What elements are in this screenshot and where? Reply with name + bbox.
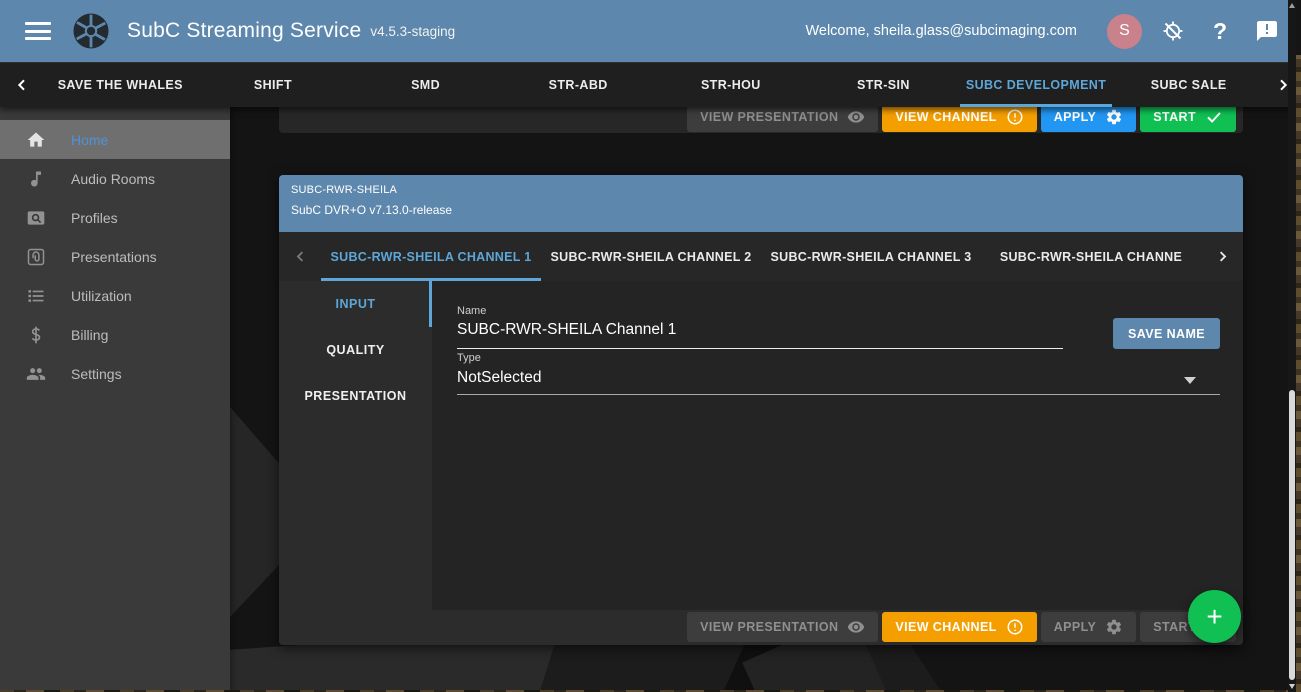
org-tab-save-the-whales[interactable]: SAVE THE WHALES xyxy=(44,63,197,107)
sidebar-item-profiles[interactable]: Profiles xyxy=(0,198,230,237)
org-tab-str-sin[interactable]: STR-SIN xyxy=(807,63,960,107)
name-field-label: Name xyxy=(457,305,486,317)
sidebar: Home Audio Rooms Profiles Presentations … xyxy=(0,107,230,692)
channel-tab-3[interactable]: SUBC-RWR-SHEILA CHANNEL 3 xyxy=(761,232,981,281)
sidebar-item-audio-rooms[interactable]: Audio Rooms xyxy=(0,159,230,198)
app-version: v4.5.3-staging xyxy=(370,24,455,39)
channel-tabs-prev-icon[interactable] xyxy=(279,232,321,281)
app-bar: SubC Streaming Service v4.5.3-staging We… xyxy=(0,0,1301,62)
org-tab-str-hou[interactable]: STR-HOU xyxy=(655,63,808,107)
sidebar-item-label: Billing xyxy=(71,327,108,343)
card-action-row: VIEW PRESENTATION VIEW CHANNEL APPLY STA… xyxy=(432,611,1243,642)
menu-icon[interactable] xyxy=(25,22,51,40)
channel-tabs-next-icon[interactable] xyxy=(1201,232,1243,281)
apply-button[interactable]: APPLY xyxy=(1041,612,1137,642)
eye-icon xyxy=(847,108,865,126)
sidebar-item-label: Profiles xyxy=(71,210,118,226)
error-outline-icon xyxy=(1006,618,1024,636)
org-tab-shift[interactable]: SHIFT xyxy=(197,63,350,107)
home-icon xyxy=(26,130,46,150)
type-field-label: Type xyxy=(457,352,481,364)
check-icon xyxy=(1205,108,1223,126)
channel-name-input[interactable] xyxy=(457,321,1057,339)
scrollbar-up-icon[interactable] xyxy=(1289,3,1295,8)
scrollbar-thumb[interactable] xyxy=(1289,390,1295,680)
tab-input[interactable]: INPUT xyxy=(279,281,432,327)
welcome-text: Welcome, sheila.glass@subcimaging.com xyxy=(805,23,1077,39)
device-card-header: SUBC-RWR-SHEILA SubC DVR+O v7.13.0-relea… xyxy=(279,175,1243,232)
scrollbar[interactable] xyxy=(1288,0,1296,692)
subc-aperture-logo-icon xyxy=(71,11,111,51)
eye-icon xyxy=(847,618,865,636)
list-icon xyxy=(26,286,46,306)
channel-tab-bar: SUBC-RWR-SHEILA CHANNEL 1 SUBC-RWR-SHEIL… xyxy=(279,232,1243,281)
type-select-underline xyxy=(457,394,1220,395)
section-tab-column: INPUT QUALITY PRESENTATION xyxy=(279,281,432,645)
view-channel-button[interactable]: VIEW CHANNEL xyxy=(882,612,1036,642)
people-icon xyxy=(26,364,46,384)
feedback-icon[interactable] xyxy=(1254,18,1280,44)
device-card: SUBC-RWR-SHEILA SubC DVR+O v7.13.0-relea… xyxy=(279,175,1243,645)
error-outline-icon xyxy=(1006,108,1024,126)
name-input-underline xyxy=(457,348,1063,349)
org-tab-bar: SAVE THE WHALES SHIFT SMD STR-ABD STR-HO… xyxy=(0,62,1301,107)
sidebar-item-label: Presentations xyxy=(71,249,157,265)
device-firmware: SubC DVR+O v7.13.0-release xyxy=(291,203,1231,217)
sidebar-item-label: Utilization xyxy=(71,288,132,304)
channel-tab-4[interactable]: SUBC-RWR-SHEILA CHANNE xyxy=(981,232,1201,281)
view-presentation-button[interactable]: VIEW PRESENTATION xyxy=(687,612,878,642)
org-tab-subc-sale[interactable]: SUBC SALE xyxy=(1112,63,1265,107)
device-name: SUBC-RWR-SHEILA xyxy=(291,184,1231,196)
page-title: SubC Streaming Service xyxy=(127,19,361,43)
channel-tab-1[interactable]: SUBC-RWR-SHEILA CHANNEL 1 xyxy=(321,232,541,281)
channel-tab-2[interactable]: SUBC-RWR-SHEILA CHANNEL 2 xyxy=(541,232,761,281)
sidebar-item-billing[interactable]: Billing xyxy=(0,315,230,354)
avatar[interactable]: S xyxy=(1107,14,1142,49)
app-screen: SubC Streaming Service v4.5.3-staging We… xyxy=(0,0,1301,692)
gear-icon xyxy=(1105,108,1123,126)
type-select[interactable]: NotSelected xyxy=(457,369,1220,393)
help-icon[interactable]: ? xyxy=(1207,18,1233,44)
sidebar-item-utilization[interactable]: Utilization xyxy=(0,276,230,315)
save-name-button[interactable]: SAVE NAME xyxy=(1113,318,1220,349)
add-button[interactable]: + xyxy=(1188,590,1241,643)
gps-off-icon[interactable] xyxy=(1160,18,1186,44)
pageview-icon xyxy=(26,208,46,228)
org-tab-subc-development[interactable]: SUBC DEVELOPMENT xyxy=(960,63,1113,107)
dollar-icon xyxy=(26,325,46,345)
tab-presentation[interactable]: PRESENTATION xyxy=(279,373,432,419)
sidebar-item-settings[interactable]: Settings xyxy=(0,354,230,393)
background-edge-strip xyxy=(1296,0,1301,692)
sidebar-item-label: Home xyxy=(71,132,108,148)
tab-quality[interactable]: QUALITY xyxy=(279,327,432,373)
scrollbar-down-icon[interactable] xyxy=(1289,684,1295,689)
gear-icon xyxy=(1105,618,1123,636)
sidebar-item-home[interactable]: Home xyxy=(0,120,230,159)
attachment-icon xyxy=(26,247,46,267)
org-tab-smd[interactable]: SMD xyxy=(349,63,502,107)
org-tab-str-abd[interactable]: STR-ABD xyxy=(502,63,655,107)
music-note-icon xyxy=(26,169,46,189)
sidebar-item-presentations[interactable]: Presentations xyxy=(0,237,230,276)
org-tabs-prev-icon[interactable] xyxy=(0,63,44,107)
input-form-pane: Name SAVE NAME Type NotSelected xyxy=(432,281,1243,610)
sidebar-item-label: Audio Rooms xyxy=(71,171,155,187)
chevron-down-icon[interactable] xyxy=(1184,377,1196,384)
sidebar-item-label: Settings xyxy=(71,366,122,382)
